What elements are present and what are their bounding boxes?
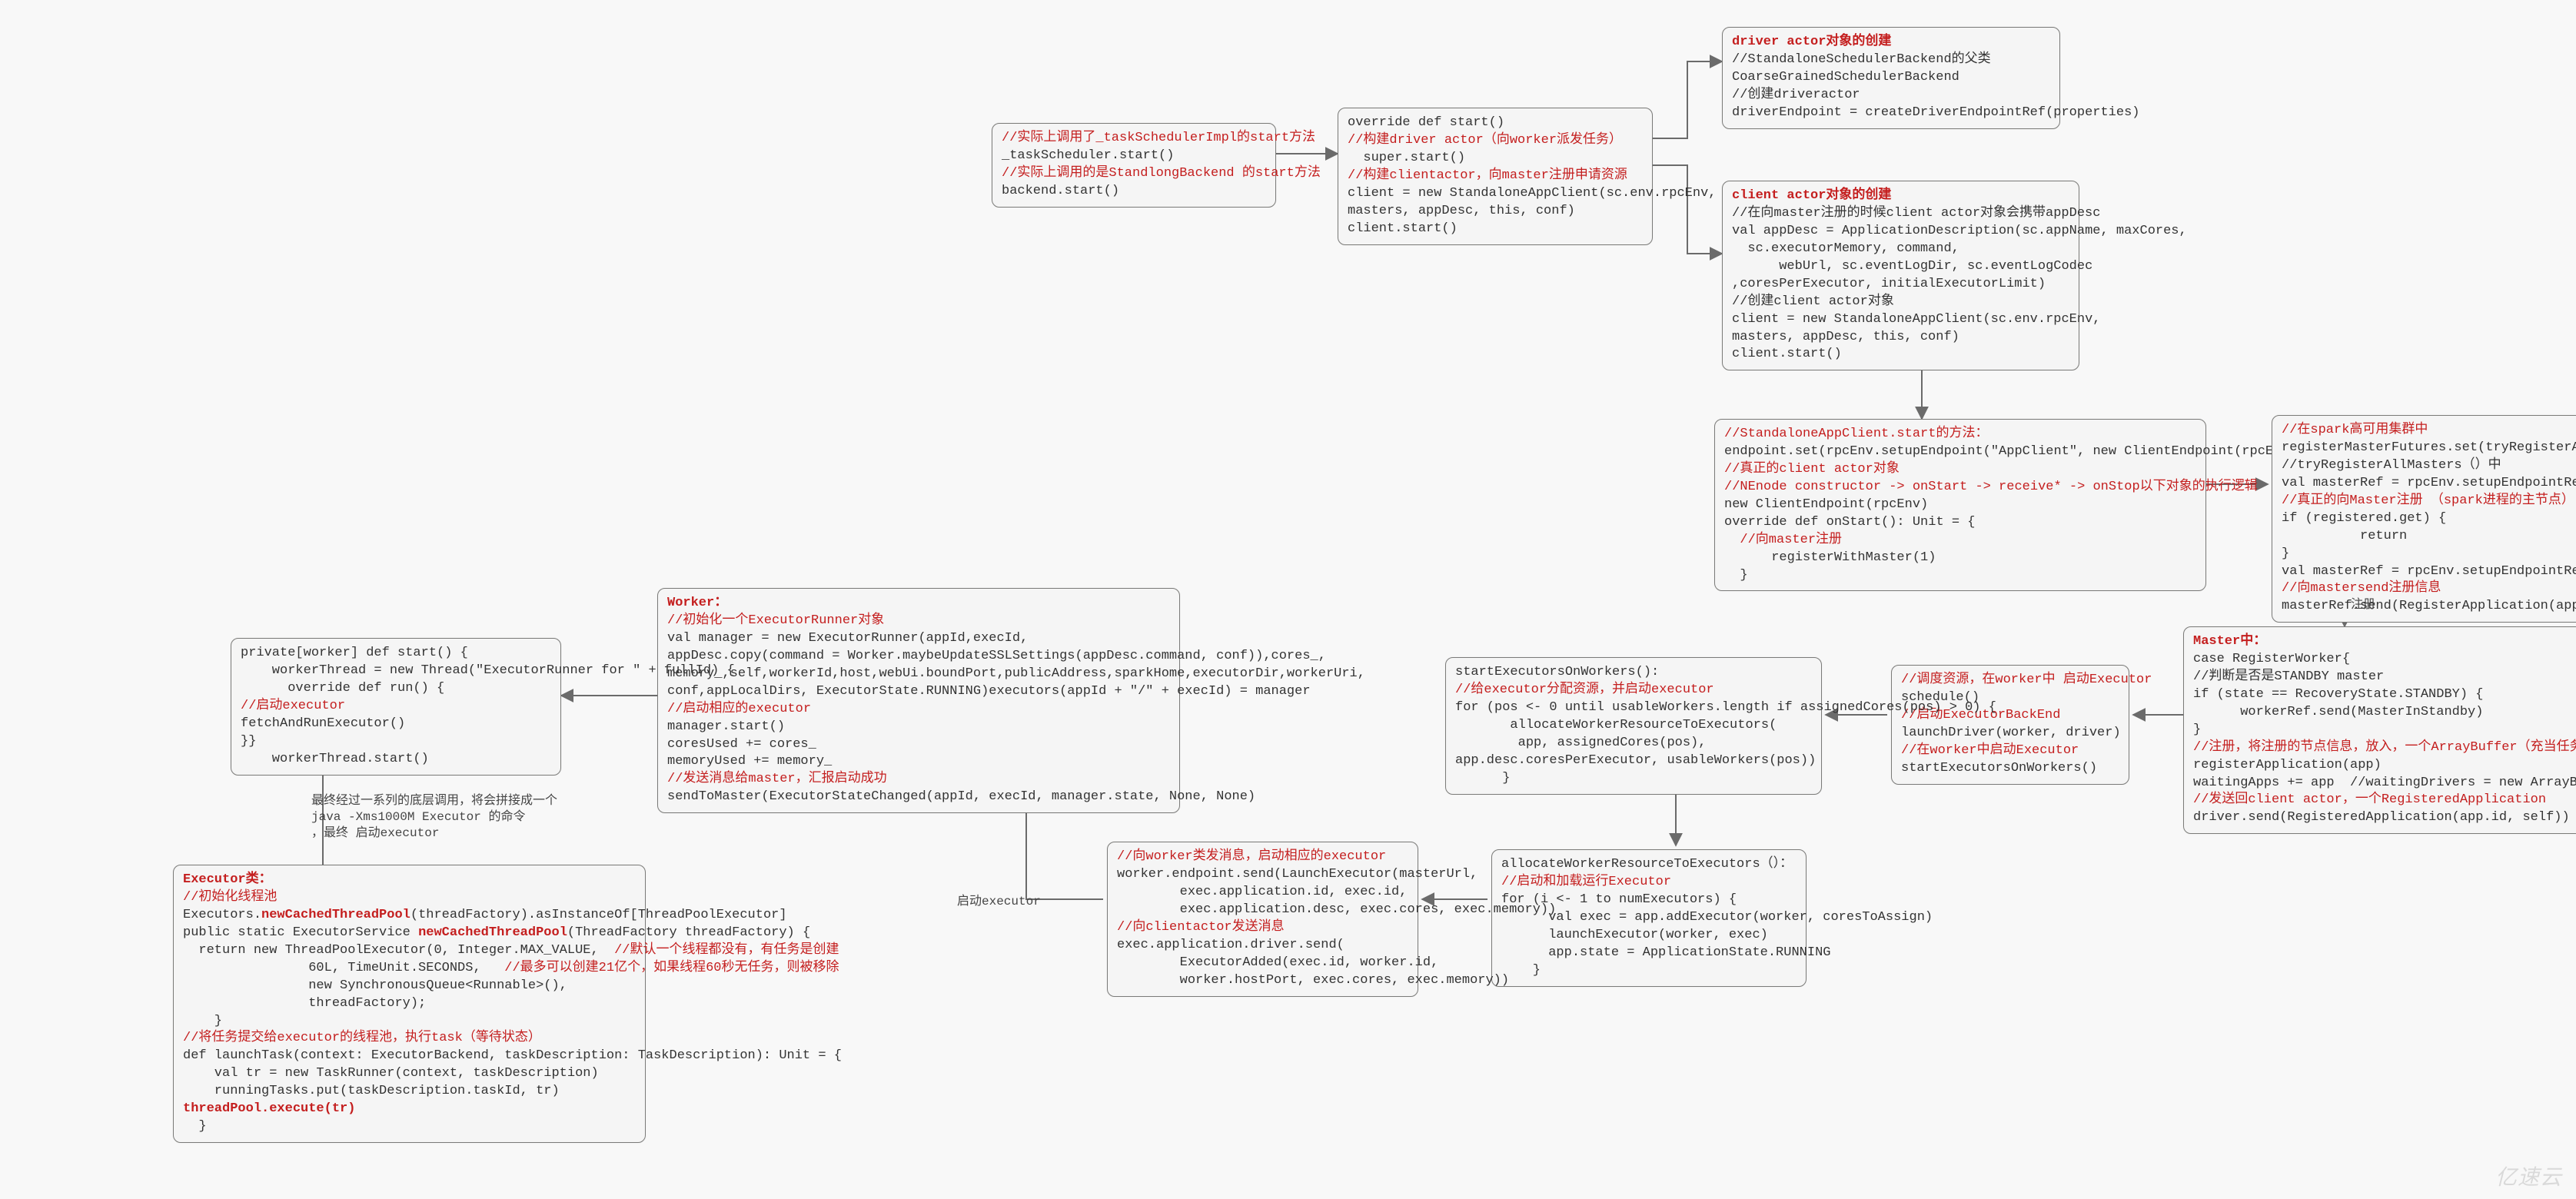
node-backend-start: //实际上调用了_taskSchedulerImpl的start方法_taskS… [992, 123, 1276, 208]
node-start-executors-on-workers: startExecutorsOnWorkers()://给executor分配资… [1445, 657, 1822, 795]
node-client-actor-create: client actor对象的创建//在向master注册的时候client a… [1722, 181, 2079, 370]
edge-label-start-executor: 启动executor [957, 890, 1041, 908]
node-launch-executor-msg: //向worker类发消息，启动相应的executorworker.endpoi… [1107, 842, 1418, 997]
edge-label-final-java-cmd: 最终经过一系列的底层调用，将会拼接成一个 java -Xms1000M Exec… [311, 793, 557, 841]
edge-label-register: 注册 [2351, 593, 2375, 612]
node-worker: Worker：//初始化一个ExecutorRunner对象val manage… [657, 588, 1180, 813]
node-override-start: override def start()//构建driver actor（向wo… [1338, 108, 1653, 245]
node-standalone-appclient-start: //StandaloneAppClient.start的方法：endpoint.… [1714, 419, 2206, 591]
node-worker-thread-start: private[worker] def start() { workerThre… [231, 638, 561, 776]
diagram-canvas: { "nodes": { "n1": { "lines": [ {"t":"//… [0, 0, 2576, 1199]
node-spark-ha-cluster: //在spark高可用集群中registerMasterFutures.set(… [2272, 415, 2576, 623]
node-executor-class: Executor类：//初始化线程池Executors.newCachedThr… [173, 865, 646, 1143]
watermark: 亿速云 [2495, 1161, 2562, 1191]
node-allocate-worker-resource: allocateWorkerResourceToExecutors（）：//启动… [1491, 849, 1807, 987]
node-driver-actor-create: driver actor对象的创建//StandaloneSchedulerBa… [1722, 27, 2060, 129]
node-master: Master中：case RegisterWorker{//判断是否是STAND… [2183, 626, 2576, 834]
node-schedule: //调度资源，在worker中 启动Executorschedule()//启动… [1891, 665, 2129, 785]
